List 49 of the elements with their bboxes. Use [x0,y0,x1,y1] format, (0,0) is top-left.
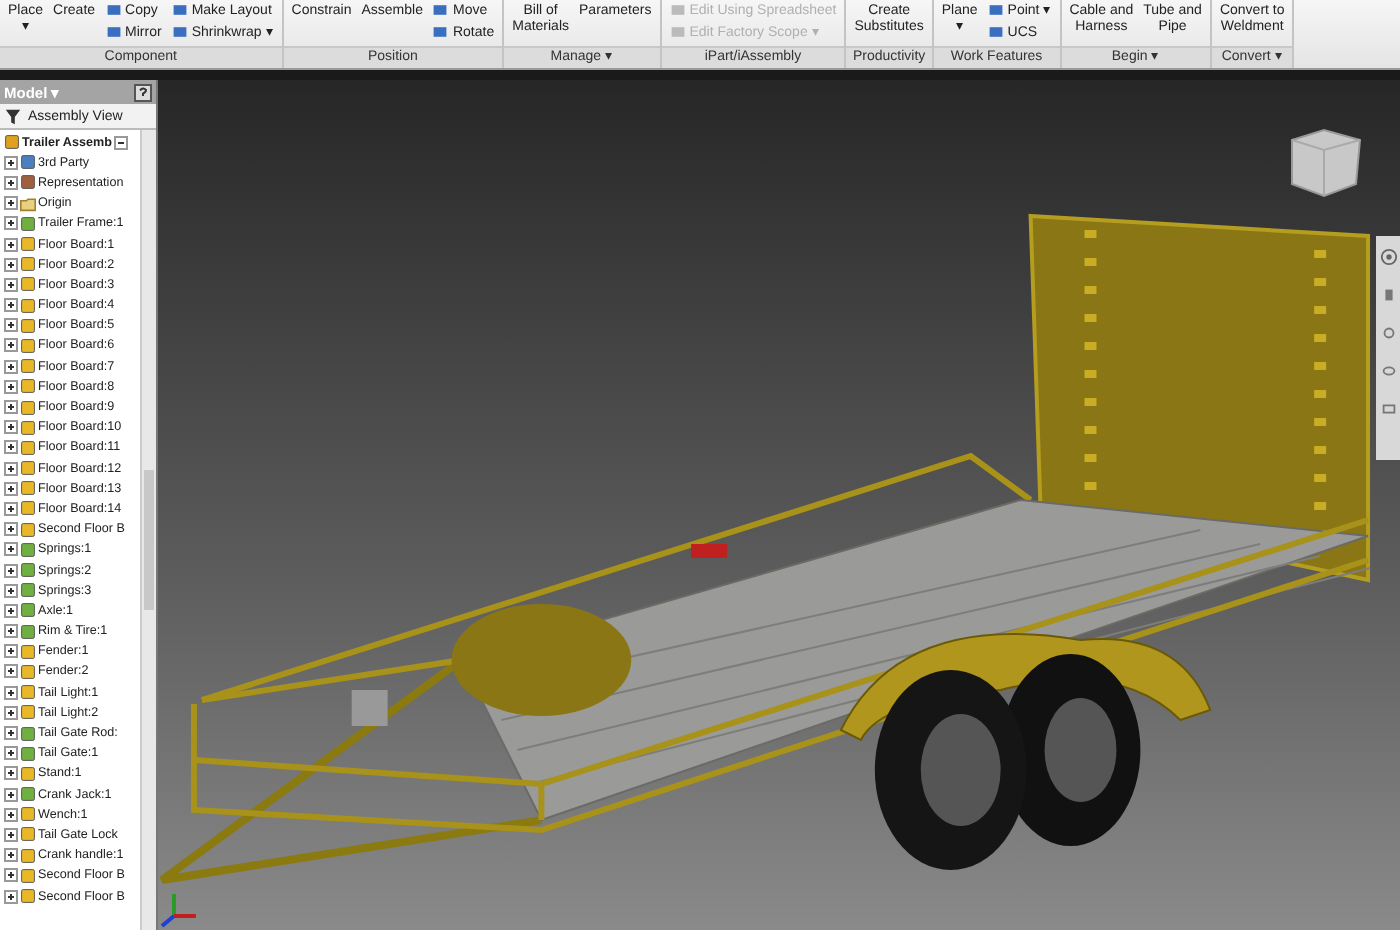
expand-toggle-icon[interactable] [4,400,18,415]
expand-toggle-icon[interactable] [4,542,18,557]
folder-icon [20,195,36,212]
expand-toggle-icon[interactable] [4,440,18,455]
expand-toggle-icon[interactable] [4,766,18,781]
graphics-viewport[interactable] [158,80,1400,930]
help-icon[interactable] [134,83,152,101]
expand-toggle-icon[interactable] [4,664,18,679]
expand-toggle-icon[interactable] [4,522,18,537]
expand-toggle-icon[interactable] [113,135,128,150]
pan-icon[interactable] [1379,286,1397,304]
expand-toggle-icon[interactable] [4,644,18,659]
expand-toggle-icon[interactable] [4,889,18,904]
expand-toggle-icon[interactable] [4,175,18,190]
expand-toggle-icon[interactable] [4,563,18,578]
expand-toggle-icon[interactable] [4,338,18,353]
expand-toggle-icon[interactable] [4,746,18,761]
expand-toggle-icon[interactable] [4,868,18,883]
expand-toggle-icon[interactable] [4,298,18,313]
expand-toggle-icon[interactable] [4,318,18,333]
zoom-icon[interactable] [1379,324,1397,342]
expand-toggle-icon[interactable] [4,624,18,639]
expand-toggle-icon[interactable] [4,216,18,231]
expand-toggle-icon[interactable] [4,807,18,822]
scroll-bar[interactable] [140,130,156,930]
expand-toggle-icon[interactable] [4,359,18,374]
expand-toggle-icon[interactable] [4,420,18,435]
expand-toggle-icon[interactable] [4,277,18,292]
expand-toggle-icon[interactable] [4,848,18,863]
expand-toggle-icon[interactable] [4,257,18,272]
expand-toggle-icon[interactable] [4,155,18,170]
scroll-thumb[interactable] [144,470,154,610]
expand-toggle-icon[interactable] [4,196,18,211]
expand-toggle-icon[interactable] [4,237,18,252]
axis-triad-icon [160,894,196,928]
expand-toggle-icon[interactable] [4,379,18,394]
expand-toggle-icon[interactable] [4,685,18,700]
expand-toggle-icon[interactable] [4,501,18,516]
expand-toggle-icon[interactable] [4,461,18,476]
expand-toggle-icon[interactable] [4,827,18,842]
steering-wheel-icon[interactable] [1379,248,1397,266]
expand-toggle-icon[interactable] [4,481,18,496]
expand-toggle-icon[interactable] [4,603,18,618]
expand-toggle-icon[interactable] [4,705,18,720]
orbit-icon[interactable] [1379,362,1397,380]
expand-toggle-icon[interactable] [4,726,18,741]
look-at-icon[interactable] [1379,400,1397,418]
expand-toggle-icon[interactable] [4,583,18,598]
expand-toggle-icon[interactable] [4,787,18,802]
